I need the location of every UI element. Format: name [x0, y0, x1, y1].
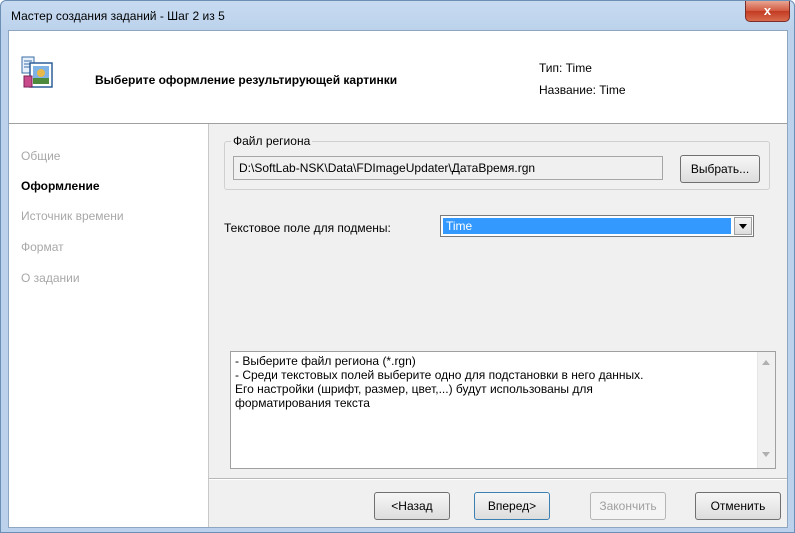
- nav-step-about-task[interactable]: О задании: [21, 271, 80, 285]
- wizard-header: Выберите оформление результирующей карти…: [9, 31, 787, 124]
- page-heading: Выберите оформление результирующей карти…: [95, 73, 398, 87]
- region-file-path[interactable]: D:\SoftLab-NSK\Data\FDImageUpdater\ДатаВ…: [233, 156, 663, 180]
- task-type: Тип: Time: [539, 61, 592, 75]
- close-icon: x: [763, 3, 772, 18]
- region-file-legend: Файл региона: [233, 134, 311, 148]
- chevron-down-icon: [739, 224, 747, 229]
- nav-step-appearance[interactable]: Оформление: [21, 179, 100, 193]
- title-bar[interactable]: Мастер создания заданий - Шаг 2 из 5 x: [1, 1, 794, 29]
- task-name: Название: Time: [539, 83, 626, 97]
- wizard-steps-nav: Общие Оформление Источник времени Формат…: [9, 124, 209, 527]
- scroll-up-icon[interactable]: [762, 360, 770, 365]
- wizard-window: Мастер создания заданий - Шаг 2 из 5 x В…: [0, 0, 795, 533]
- next-button[interactable]: Вперед>: [474, 492, 550, 520]
- close-button[interactable]: x: [745, 1, 790, 22]
- wizard-content: Файл региона D:\SoftLab-NSK\Data\FDImage…: [209, 124, 787, 527]
- text-field-label: Текстовое поле для подмены:: [224, 221, 391, 235]
- region-file-group: Файл региона D:\SoftLab-NSK\Data\FDImage…: [224, 134, 770, 190]
- scroll-down-icon[interactable]: [762, 452, 770, 457]
- browse-button[interactable]: Выбрать...: [680, 155, 760, 183]
- wizard-client-area: Выберите оформление результирующей карти…: [8, 30, 788, 528]
- dropdown-button[interactable]: [734, 217, 752, 235]
- hint-text: - Выберите файл региона (*.rgn) - Среди …: [235, 354, 644, 410]
- memo-scrollbar[interactable]: [757, 352, 775, 468]
- back-button[interactable]: <Назад: [374, 492, 450, 520]
- wizard-image-icon: [21, 56, 53, 88]
- button-divider: [209, 478, 787, 480]
- hint-memo[interactable]: - Выберите файл региона (*.rgn) - Среди …: [230, 351, 776, 469]
- text-field-select[interactable]: Time: [440, 215, 754, 237]
- window-title: Мастер создания заданий - Шаг 2 из 5: [11, 9, 225, 23]
- text-field-selected-value: Time: [443, 218, 731, 234]
- nav-step-format[interactable]: Формат: [21, 240, 64, 254]
- cancel-button[interactable]: Отменить: [695, 492, 781, 520]
- nav-step-time-source[interactable]: Источник времени: [21, 209, 124, 223]
- finish-button[interactable]: Закончить: [590, 492, 666, 520]
- nav-step-general[interactable]: Общие: [21, 149, 60, 163]
